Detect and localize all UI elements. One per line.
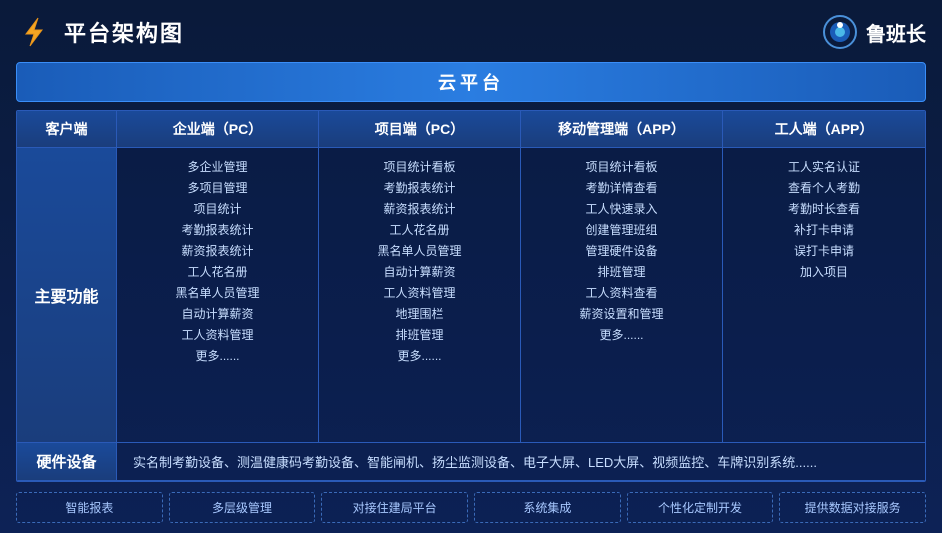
list-item: 项目统计看板 [327, 158, 512, 176]
list-item: 黑名单人员管理 [327, 242, 512, 260]
list-item: 创建管理班组 [529, 221, 714, 239]
list-item: 自动计算薪资 [125, 305, 310, 323]
tag-multilevel: 多层级管理 [169, 492, 316, 523]
brand-name: 鲁班长 [866, 18, 926, 47]
list-item: 考勤详情查看 [529, 179, 714, 197]
hardware-content: 实名制考勤设备、测温健康码考勤设备、智能闸机、扬尘监测设备、电子大屏、LED大屏… [117, 443, 925, 480]
list-item: 排班管理 [529, 263, 714, 281]
list-item: 考勤报表统计 [327, 179, 512, 197]
list-item: 加入项目 [731, 263, 917, 281]
list-item: 工人实名认证 [731, 158, 917, 176]
list-item: 薪资设置和管理 [529, 305, 714, 323]
col-header-enterprise: 企业端（PC） [117, 111, 319, 147]
main-table: 客户端 企业端（PC） 项目端（PC） 移动管理端（APP） 工人端（APP） … [16, 110, 926, 482]
worker-features: 工人实名认证 查看个人考勤 考勤时长查看 补打卡申请 误打卡申请 加入项目 [723, 148, 925, 442]
col-header-client: 客户端 [17, 111, 117, 147]
tag-integration: 系统集成 [474, 492, 621, 523]
mobile-features: 项目统计看板 考勤详情查看 工人快速录入 创建管理班组 管理硬件设备 排班管理 … [521, 148, 723, 442]
col-header-project: 项目端（PC） [319, 111, 521, 147]
list-item: 地理围栏 [327, 305, 512, 323]
list-item: 误打卡申请 [731, 242, 917, 260]
list-item: 查看个人考勤 [731, 179, 917, 197]
list-item: 薪资报表统计 [125, 242, 310, 260]
tag-smart-report: 智能报表 [16, 492, 163, 523]
list-item: 项目统计看板 [529, 158, 714, 176]
brand-icon [822, 14, 858, 50]
tag-docking: 对接住建局平台 [321, 492, 468, 523]
list-item: 更多...... [529, 326, 714, 344]
tag-data-service: 提供数据对接服务 [779, 492, 926, 523]
list-item: 排班管理 [327, 326, 512, 344]
header-left: 平台架构图 [16, 14, 184, 50]
col-header-worker: 工人端（APP） [723, 111, 925, 147]
list-item: 考勤报表统计 [125, 221, 310, 239]
list-item: 自动计算薪资 [327, 263, 512, 281]
hardware-label: 硬件设备 [17, 443, 117, 480]
list-item: 补打卡申请 [731, 221, 917, 239]
main-function-label: 主要功能 [17, 148, 117, 442]
col-header-mobile: 移动管理端（APP） [521, 111, 723, 147]
list-item: 管理硬件设备 [529, 242, 714, 260]
project-features: 项目统计看板 考勤报表统计 薪资报表统计 工人花名册 黑名单人员管理 自动计算薪… [319, 148, 521, 442]
list-item: 黑名单人员管理 [125, 284, 310, 302]
enterprise-features: 多企业管理 多项目管理 项目统计 考勤报表统计 薪资报表统计 工人花名册 黑名单… [117, 148, 319, 442]
list-item: 工人快速录入 [529, 200, 714, 218]
logo-icon [16, 14, 52, 50]
list-item: 考勤时长查看 [731, 200, 917, 218]
list-item: 薪资报表统计 [327, 200, 512, 218]
tag-custom-dev: 个性化定制开发 [627, 492, 774, 523]
list-item: 项目统计 [125, 200, 310, 218]
header: 平台架构图 鲁班长 [16, 10, 926, 54]
list-item: 工人花名册 [125, 263, 310, 281]
list-item: 更多...... [125, 347, 310, 365]
page: 平台架构图 鲁班长 云平台 客户端 企业端（PC） 项目端（PC） 移动管理端（… [0, 0, 942, 533]
page-title: 平台架构图 [64, 16, 184, 48]
list-item: 工人资料查看 [529, 284, 714, 302]
list-item: 工人资料管理 [125, 326, 310, 344]
tags-row: 智能报表 多层级管理 对接住建局平台 系统集成 个性化定制开发 提供数据对接服务 [16, 492, 926, 523]
list-item: 工人资料管理 [327, 284, 512, 302]
list-item: 更多...... [327, 347, 512, 365]
list-item: 多项目管理 [125, 179, 310, 197]
brand-logo: 鲁班长 [822, 14, 926, 50]
list-item: 多企业管理 [125, 158, 310, 176]
cloud-bar: 云平台 [16, 62, 926, 102]
hardware-row: 硬件设备 实名制考勤设备、测温健康码考勤设备、智能闸机、扬尘监测设备、电子大屏、… [17, 443, 925, 481]
list-item: 工人花名册 [327, 221, 512, 239]
content-row: 主要功能 多企业管理 多项目管理 项目统计 考勤报表统计 薪资报表统计 工人花名… [17, 148, 925, 443]
col-headers: 客户端 企业端（PC） 项目端（PC） 移动管理端（APP） 工人端（APP） [17, 111, 925, 148]
